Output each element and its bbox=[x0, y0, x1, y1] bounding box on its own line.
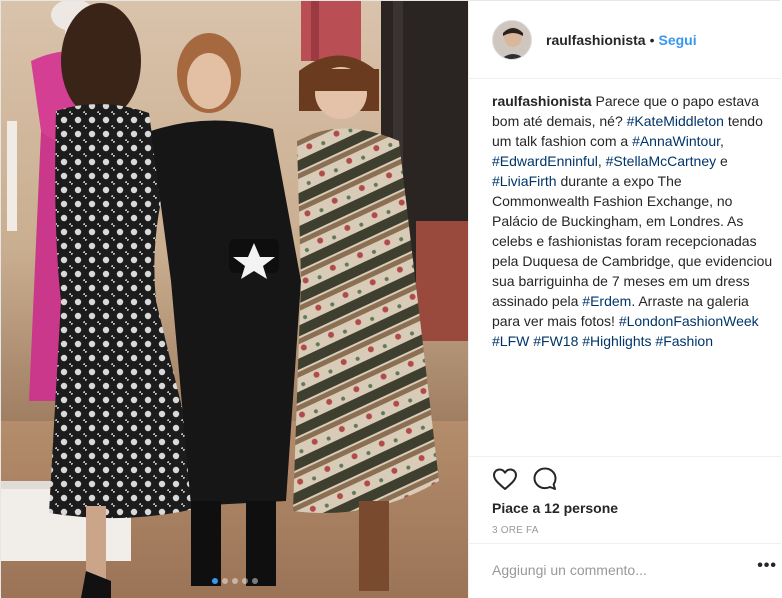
more-options-icon[interactable]: ••• bbox=[757, 557, 777, 575]
hashtag-link[interactable]: #KateMiddleton bbox=[627, 113, 724, 129]
post-caption: raulfashionista Parece que o papo estava… bbox=[492, 91, 777, 351]
post-timestamp[interactable]: 3 ORE FA bbox=[492, 525, 539, 536]
caption-text: durante a expo The Commonwealth Fashion … bbox=[492, 173, 773, 309]
post-sidebar: raulfashionista • Segui raulfashionista … bbox=[468, 1, 781, 598]
hashtag-link[interactable]: #FW18 bbox=[533, 333, 578, 349]
hashtag-link[interactable]: #LiviaFirth bbox=[492, 173, 557, 189]
hashtag-link[interactable]: #Fashion bbox=[655, 333, 713, 349]
hashtag-link[interactable]: #Highlights bbox=[582, 333, 651, 349]
speech-bubble-icon[interactable] bbox=[532, 466, 558, 492]
avatar-icon bbox=[493, 20, 531, 59]
header-separator: • bbox=[649, 31, 655, 48]
heart-outline-icon[interactable] bbox=[492, 466, 518, 492]
post-photo[interactable] bbox=[1, 1, 468, 598]
photo-illustration bbox=[1, 1, 468, 598]
hashtag-link[interactable]: #StellaMcCartney bbox=[606, 153, 717, 169]
carousel-dot[interactable] bbox=[251, 578, 258, 584]
carousel-indicator[interactable] bbox=[1, 578, 468, 584]
follow-button[interactable]: Segui bbox=[659, 32, 697, 48]
hashtag-link[interactable]: #AnnaWintour bbox=[632, 133, 720, 149]
likes-count[interactable]: Piace a 12 persone bbox=[492, 500, 618, 516]
hashtag-link[interactable]: #EdwardEnninful bbox=[492, 153, 598, 169]
hashtag-link[interactable]: #LFW bbox=[492, 333, 529, 349]
comment-bar: ••• bbox=[469, 543, 781, 598]
carousel-dot[interactable] bbox=[231, 578, 238, 584]
caption-text: e bbox=[716, 153, 728, 169]
post-frame: raulfashionista • Segui raulfashionista … bbox=[0, 0, 781, 598]
carousel-dot[interactable] bbox=[211, 578, 218, 584]
post-actions: Piace a 12 persone 3 ORE FA bbox=[469, 456, 781, 536]
caption-text: , bbox=[597, 153, 606, 169]
carousel-dot[interactable] bbox=[241, 578, 248, 584]
post-username[interactable]: raulfashionista bbox=[546, 32, 646, 48]
caption-username[interactable]: raulfashionista bbox=[492, 93, 592, 109]
comment-input[interactable] bbox=[492, 562, 732, 578]
hashtag-link[interactable]: #LondonFashionWeek bbox=[619, 313, 759, 329]
carousel-dot[interactable] bbox=[221, 578, 228, 584]
post-header: raulfashionista • Segui bbox=[469, 1, 781, 79]
caption-text: , bbox=[720, 133, 724, 149]
hashtag-link[interactable]: #Erdem bbox=[582, 293, 631, 309]
avatar[interactable] bbox=[492, 19, 532, 60]
